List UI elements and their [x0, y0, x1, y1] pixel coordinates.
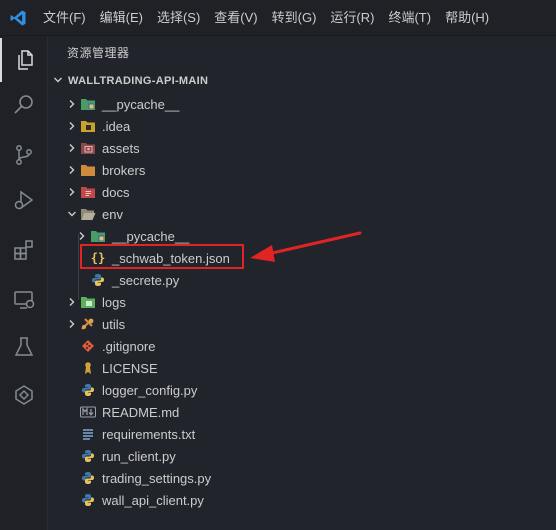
annotation-arrow	[250, 231, 362, 262]
